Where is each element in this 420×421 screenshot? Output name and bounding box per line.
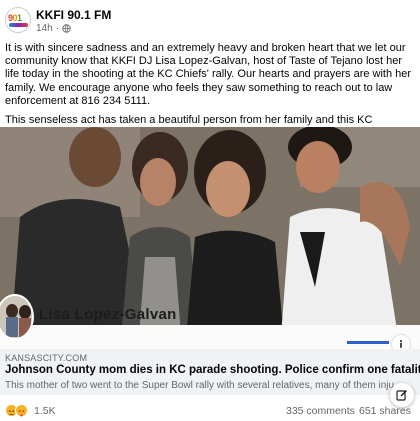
reaction-count[interactable]: 1.5K [34,405,56,417]
photo-caption-name: Lisa Lopez-Galvan [39,306,177,323]
meta-separator: · [55,23,60,34]
reaction-icons[interactable] [5,404,28,417]
comment-count[interactable]: 335 comments [286,405,355,417]
info-icon [400,340,402,348]
compose-icon [396,390,407,401]
link-description: This mother of two went to the Super Bow… [5,380,395,391]
compose-button[interactable] [390,383,414,407]
care-reaction-icon [15,404,28,417]
link-title[interactable]: Johnson County mom dies in KC parade sho… [5,364,420,376]
link-domain: KANSASCITY.COM [5,353,88,363]
kkfi-logo-icon: 901 [8,13,22,23]
page-name[interactable]: KKFI 90.1 FM [36,8,111,22]
globe-icon [62,24,71,33]
post-paragraph: It is with sincere sadness and an extrem… [5,42,412,107]
post-header: 901 KKFI 90.1 FM 14h · [0,0,420,40]
post-meta: 14h · [36,23,71,34]
accent-line [347,341,389,344]
facebook-post: 901 KKFI 90.1 FM 14h · It is with sincer… [0,0,420,421]
page-avatar[interactable]: 901 [5,7,31,33]
logo-bar [9,23,28,27]
post-time[interactable]: 14h [36,23,53,34]
post-footer [0,397,420,421]
photo-name-band [0,325,420,349]
